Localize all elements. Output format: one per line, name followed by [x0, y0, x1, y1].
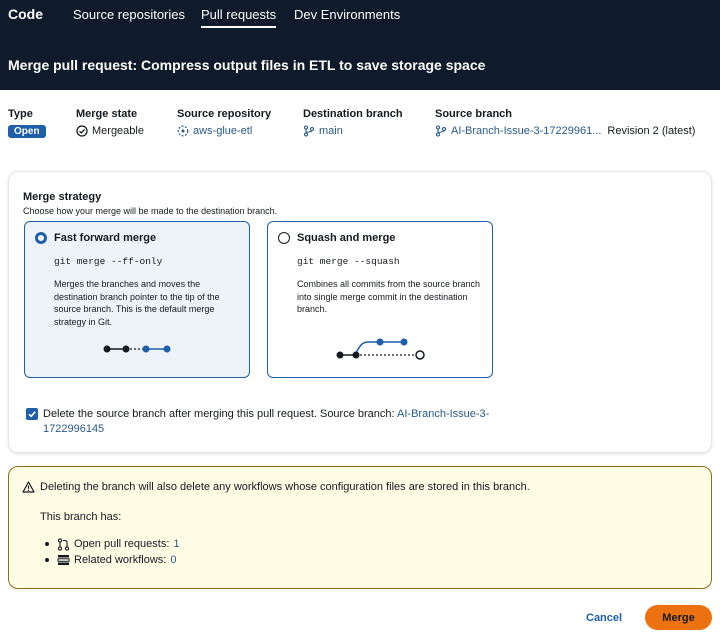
info-merge-state: Merge state Mergeable: [76, 108, 144, 137]
brand-title: Code: [8, 6, 43, 22]
branch-associations-list: Open pull requests: 1 Related workflows:…: [45, 536, 180, 568]
info-source-branch: Source branch AI-Branch-Issue-3-17229961…: [435, 108, 695, 137]
list-item: Related workflows: 0: [45, 552, 180, 568]
info-destination-branch: Destination branch main: [303, 108, 403, 137]
warning-icon: [22, 481, 35, 493]
fast-forward-radio[interactable]: [35, 232, 47, 244]
fast-forward-graph-icon: [103, 345, 171, 353]
workflows-label: Related workflows:: [74, 554, 167, 566]
delete-branch-label: Delete the source branch after merging t…: [43, 408, 398, 420]
source-repo-link[interactable]: aws-glue-etl: [193, 125, 252, 137]
list-item: Open pull requests: 1: [45, 536, 180, 552]
revision-label: Revision 2 (latest): [607, 125, 696, 137]
merge-strategy-title: Merge strategy: [23, 191, 102, 203]
merge-button[interactable]: Merge: [645, 605, 712, 630]
warning-alert: Deleting the branch will also delete any…: [8, 466, 712, 589]
merge-state-label: Merge state: [76, 108, 138, 120]
cancel-button[interactable]: Cancel: [586, 612, 622, 624]
workflow-icon: [57, 555, 70, 565]
status-badge: Open: [8, 125, 46, 138]
merge-state-value: Mergeable: [92, 125, 144, 137]
open-prs-label: Open pull requests:: [74, 538, 170, 550]
branch-has-label: This branch has:: [40, 511, 122, 523]
squash-graph-icon: [336, 338, 425, 360]
branch-icon: [303, 125, 315, 137]
squash-command: git merge --squash: [297, 256, 400, 267]
source-branch-link[interactable]: AI-Branch-Issue-3-17229961...: [451, 125, 601, 137]
pull-request-icon: [57, 537, 70, 551]
dest-branch-label: Destination branch: [303, 108, 403, 120]
squash-title: Squash and merge: [297, 232, 396, 244]
tab-pull-requests[interactable]: Pull requests: [201, 7, 277, 28]
page-title: Merge pull request: Compress output file…: [8, 57, 486, 73]
repository-icon: [177, 125, 189, 137]
tab-source-repositories[interactable]: Source repositories: [73, 7, 185, 22]
source-repo-label: Source repository: [177, 108, 272, 120]
squash-merge-option[interactable]: Squash and merge git merge --squash Comb…: [267, 221, 493, 378]
dest-branch-link[interactable]: main: [319, 125, 343, 137]
branch-icon: [435, 125, 447, 137]
warning-text: Deleting the branch will also delete any…: [40, 481, 530, 493]
fast-forward-merge-option[interactable]: Fast forward merge git merge --ff-only M…: [24, 221, 250, 378]
info-type: Type Open: [8, 108, 46, 138]
info-source-repository: Source repository aws-glue-etl: [177, 108, 271, 137]
merge-strategy-description: Choose how your merge will be made to th…: [23, 206, 278, 216]
source-branch-label: Source branch: [435, 108, 513, 120]
open-prs-count[interactable]: 1: [173, 538, 179, 550]
delete-branch-checkbox[interactable]: [26, 408, 38, 420]
workflows-count[interactable]: 0: [170, 554, 176, 566]
delete-branch-checkbox-row[interactable]: Delete the source branch after merging t…: [26, 407, 506, 437]
top-nav: Code Source repositories Pull requests D…: [0, 0, 720, 30]
fast-forward-title: Fast forward merge: [54, 232, 157, 244]
page-header: Merge pull request: Compress output file…: [0, 30, 720, 90]
squash-description: Combines all commits from the source bra…: [297, 279, 481, 314]
tab-dev-environments[interactable]: Dev Environments: [294, 7, 400, 22]
check-circle-icon: [76, 125, 88, 137]
squash-radio[interactable]: [278, 232, 290, 244]
merge-strategy-panel: Merge strategy Choose how your merge wil…: [8, 171, 712, 453]
fast-forward-command: git merge --ff-only: [54, 256, 163, 267]
type-label: Type: [8, 108, 33, 120]
fast-forward-description: Merges the branches and moves the destin…: [54, 279, 220, 327]
